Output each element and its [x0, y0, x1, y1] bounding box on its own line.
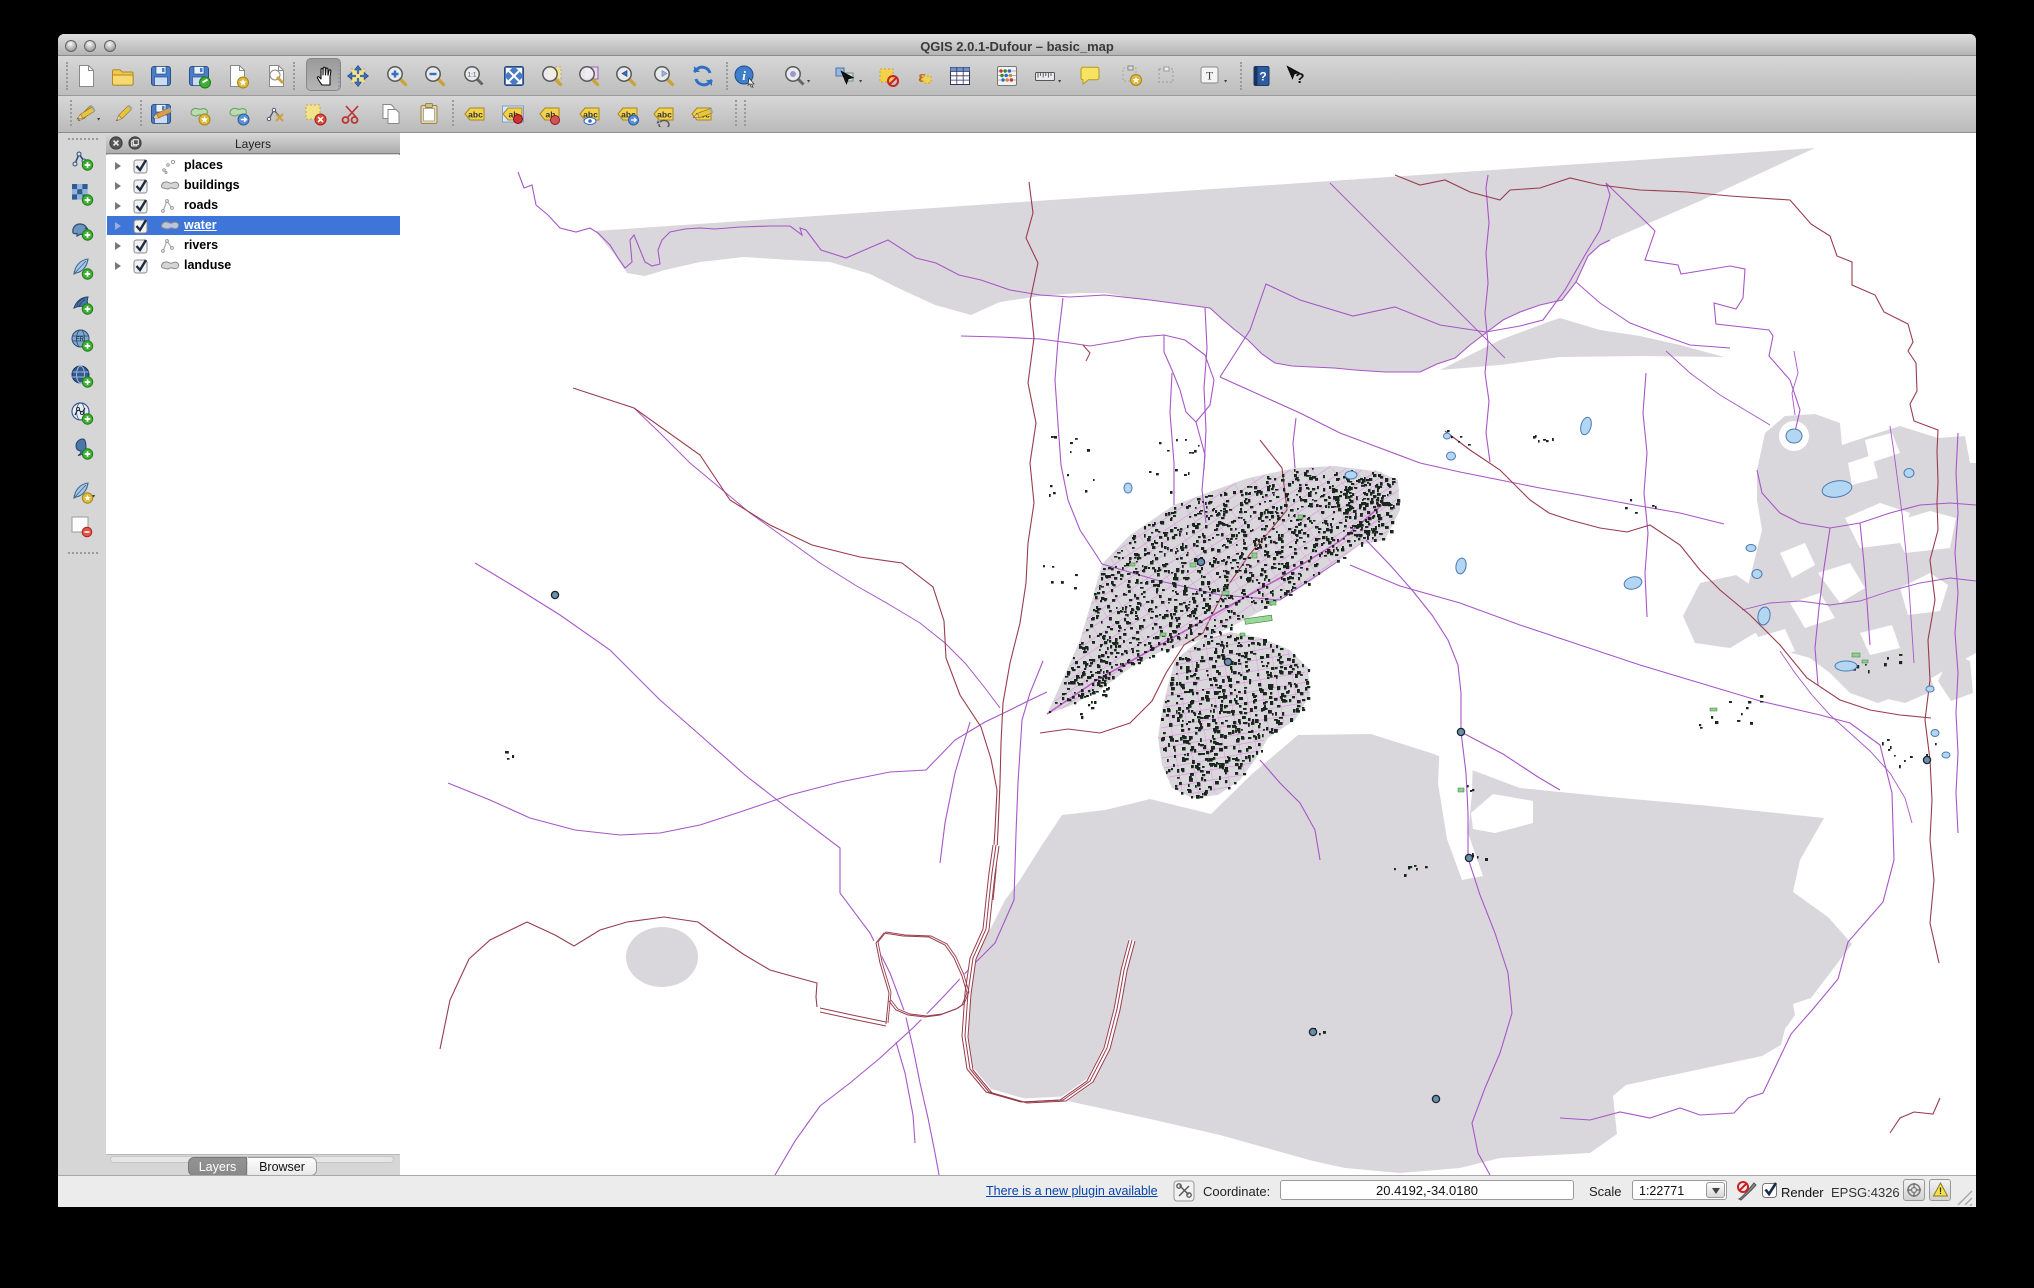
- svg-text:abc: abc: [657, 110, 672, 120]
- svg-text:!: !: [1939, 1186, 1942, 1196]
- svg-text:?: ?: [1259, 70, 1266, 84]
- svg-text:T: T: [1206, 69, 1214, 83]
- svg-text:abc: abc: [468, 110, 483, 120]
- svg-text:?: ?: [1295, 70, 1304, 87]
- svg-text:i: i: [742, 68, 746, 83]
- svg-text:1:1: 1:1: [467, 72, 476, 79]
